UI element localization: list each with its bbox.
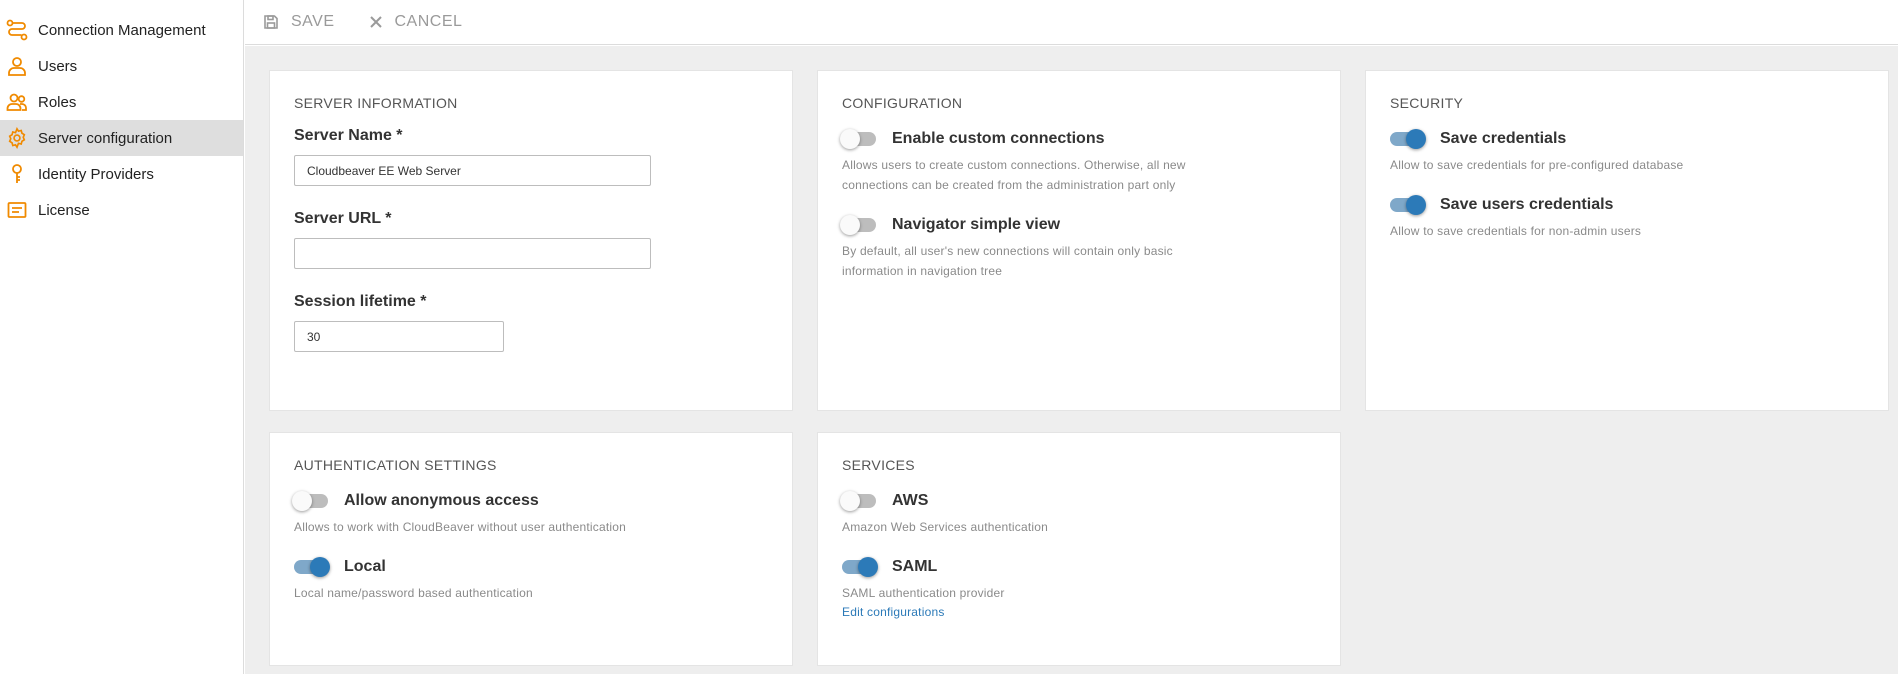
option-label: Enable custom connections [892,130,1105,147]
services-title: SERVICES [842,457,915,473]
sidebar: Connection Management Users Roles Server… [0,0,244,674]
local-auth-toggle[interactable] [294,557,330,577]
edit-configurations-link[interactable]: Edit configurations [842,605,1316,619]
cancel-label: CANCEL [394,13,463,30]
session-lifetime-input[interactable]: 30 [294,321,504,352]
save-users-credentials-toggle[interactable] [1390,195,1426,215]
save-credentials-option: Save credentials Allow to save credentia… [1390,127,1864,175]
sidebar-item-server-configuration[interactable]: Server configuration [0,120,243,156]
toolbar: SAVE CANCEL [245,0,1898,45]
sidebar-item-label: Roles [38,93,77,111]
option-description: Amazon Web Services authentication [842,520,1049,534]
authentication-settings-card: AUTHENTICATION SETTINGS Allow anonymous … [269,432,793,666]
configuration-card: CONFIGURATION Enable custom connections … [817,70,1341,411]
option-description: Allows users to create custom connection… [842,158,1186,192]
roles-icon [4,89,30,115]
server-name-label: Server Name * [294,127,403,144]
server-url-input[interactable] [294,238,651,269]
session-lifetime-label: Session lifetime * [294,293,427,310]
content-area: SERVER INFORMATION Server Name * Cloudbe… [245,46,1898,674]
sidebar-item-label: Identity Providers [38,165,154,183]
sidebar-item-roles[interactable]: Roles [0,84,243,120]
sidebar-item-connection-management[interactable]: Connection Management [0,12,243,48]
option-label: SAML [892,558,938,575]
option-description: By default, all user's new connections w… [842,244,1173,278]
aws-option: AWS Amazon Web Services authentication [840,489,1316,537]
option-label: Save users credentials [1440,196,1614,213]
option-label: Navigator simple view [892,216,1061,233]
user-icon [4,53,30,79]
key-icon [4,161,30,187]
server-information-card: SERVER INFORMATION Server Name * Cloudbe… [269,70,793,411]
option-label: AWS [892,492,929,509]
server-information-title: SERVER INFORMATION [294,95,458,111]
sidebar-item-label: Server configuration [38,129,173,147]
security-title: SECURITY [1390,95,1464,111]
save-icon [264,15,278,29]
authentication-settings-title: AUTHENTICATION SETTINGS [294,457,497,473]
local-auth-option: Local Local name/password based authenti… [294,555,768,603]
option-description: Local name/password based authentication [294,586,533,600]
option-description: SAML authentication provider [842,586,1005,600]
sidebar-item-identity-providers[interactable]: Identity Providers [0,156,243,192]
option-label: Save credentials [1440,130,1567,147]
save-users-credentials-option: Save users credentials Allow to save cre… [1390,193,1864,241]
aws-toggle[interactable] [840,491,876,511]
close-icon [369,16,382,28]
option-label: Local [344,558,386,575]
navigator-simple-view-option: Navigator simple view By default, all us… [840,213,1316,281]
sidebar-item-label: License [38,201,90,219]
sidebar-item-users[interactable]: Users [0,48,243,84]
gear-icon [4,125,30,151]
sidebar-item-label: Users [38,57,78,75]
configuration-title: CONFIGURATION [842,95,963,111]
connection-icon [4,17,30,43]
server-name-input[interactable]: Cloudbeaver EE Web Server [294,155,651,186]
sidebar-item-license[interactable]: License [0,192,243,228]
security-card: SECURITY Save credentials Allow to save … [1365,70,1889,411]
server-url-label: Server URL * [294,210,392,227]
option-label: Allow anonymous access [344,492,539,509]
allow-anonymous-access-toggle[interactable] [292,491,328,511]
option-description: Allows to work with CloudBeaver without … [294,520,626,534]
option-description: Allow to save credentials for pre-config… [1390,158,1684,172]
sidebar-item-label: Connection Management [38,21,206,39]
allow-anonymous-access-option: Allow anonymous access Allows to work wi… [292,489,768,537]
enable-custom-connections-toggle[interactable] [840,129,876,149]
save-credentials-toggle[interactable] [1390,129,1426,149]
enable-custom-connections-option: Enable custom connections Allows users t… [840,127,1316,195]
option-description: Allow to save credentials for non-admin … [1390,224,1642,238]
services-card: SERVICES AWS Amazon Web Services authent… [817,432,1341,666]
saml-option: SAML SAML authentication provider Edit c… [842,555,1316,619]
save-label: SAVE [291,13,335,30]
cancel-button[interactable]: CANCEL [369,13,463,31]
navigator-simple-view-toggle[interactable] [840,215,876,235]
save-button[interactable]: SAVE [263,13,335,31]
license-icon [4,197,30,223]
saml-toggle[interactable] [842,557,878,577]
